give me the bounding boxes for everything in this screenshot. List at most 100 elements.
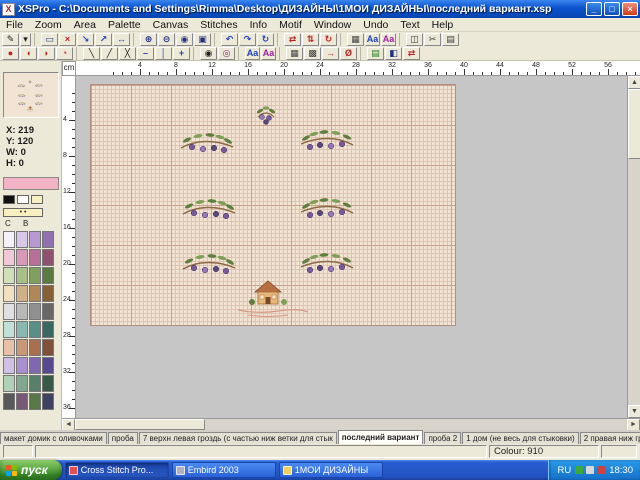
full-stitch-tool[interactable]: ●: [2, 47, 19, 60]
palette-swatch[interactable]: [16, 375, 28, 392]
palette-swatch[interactable]: [42, 249, 54, 266]
half-stitch-right[interactable]: ◗: [38, 47, 55, 60]
menu-window[interactable]: Window: [308, 18, 357, 32]
maximize-button[interactable]: □: [604, 2, 620, 16]
palette-swatch[interactable]: [29, 231, 41, 248]
cut-button[interactable]: ✂: [424, 33, 441, 46]
palette-swatch[interactable]: [16, 303, 28, 320]
copy-button[interactable]: ◫: [406, 33, 423, 46]
pencil-tool[interactable]: ✎: [2, 33, 19, 46]
undo-button[interactable]: ↶: [221, 33, 238, 46]
palette-swatch[interactable]: [16, 231, 28, 248]
palette-swatch[interactable]: [3, 231, 15, 248]
close-button[interactable]: ×: [622, 2, 638, 16]
backstitch-diag-up[interactable]: ╱: [101, 47, 118, 60]
palette-swatch[interactable]: [42, 267, 54, 284]
palette-swatch[interactable]: [16, 357, 28, 374]
french-knot-tool[interactable]: ◉: [200, 47, 217, 60]
vertical-scroll-thumb[interactable]: [628, 89, 640, 159]
horizontal-scroll-thumb[interactable]: [75, 419, 205, 430]
palette-swatch[interactable]: [29, 285, 41, 302]
motif-library[interactable]: ▦: [286, 47, 303, 60]
pan-tool[interactable]: ↔: [113, 33, 130, 46]
redo-button[interactable]: ↷: [239, 33, 256, 46]
palette-swatch[interactable]: [16, 393, 28, 410]
palette-editor[interactable]: ▤: [367, 47, 384, 60]
backstitch-horizontal[interactable]: –: [137, 47, 154, 60]
zoom-fit[interactable]: ▣: [194, 33, 211, 46]
palette-swatch[interactable]: [16, 321, 28, 338]
taskbar-task-1[interactable]: Embird 2003: [172, 462, 276, 478]
blend-swatch[interactable]: • •: [3, 208, 43, 217]
menu-motif[interactable]: Motif: [273, 18, 308, 32]
swap-colors[interactable]: ⇄: [403, 47, 420, 60]
scroll-down-icon[interactable]: ▼: [628, 405, 640, 418]
palette-swatch[interactable]: [3, 375, 15, 392]
flip-vertical[interactable]: ⇅: [302, 33, 319, 46]
menu-file[interactable]: File: [0, 18, 29, 32]
start-button[interactable]: пуск: [0, 460, 62, 480]
palette-swatch[interactable]: [42, 285, 54, 302]
taskbar-task-0[interactable]: Cross Stitch Pro...: [65, 462, 169, 478]
palette-swatch[interactable]: [16, 285, 28, 302]
palette-swatch[interactable]: [3, 267, 15, 284]
palette-swatch[interactable]: [3, 321, 15, 338]
thread-swatch-0[interactable]: [3, 195, 15, 204]
backstitch-vertical[interactable]: │: [155, 47, 172, 60]
half-stitch-left[interactable]: ◖: [20, 47, 37, 60]
no-stitch[interactable]: Ø: [340, 47, 357, 60]
tray-icon-0[interactable]: [575, 466, 583, 474]
backstitch-cross[interactable]: ╳: [119, 47, 136, 60]
color-picker[interactable]: ◧: [385, 47, 402, 60]
bead-tool[interactable]: ◎: [218, 47, 235, 60]
backstitch-diag-down[interactable]: ╲: [83, 47, 100, 60]
menu-undo[interactable]: Undo: [357, 18, 394, 32]
pattern-tab-5[interactable]: 1 дом (не весь для стыковки): [462, 432, 579, 444]
tray-icon-1[interactable]: [586, 466, 594, 474]
palette-swatch[interactable]: [42, 375, 54, 392]
pattern-tab-2[interactable]: 7 верхн левая гроздь (с частью ниж ветки…: [139, 432, 337, 444]
text-tool-large[interactable]: Aa: [261, 47, 276, 60]
palette-swatch[interactable]: [29, 249, 41, 266]
arrow-down-right[interactable]: ↘: [77, 33, 94, 46]
palette-swatch[interactable]: [16, 267, 28, 284]
menu-zoom[interactable]: Zoom: [29, 18, 68, 32]
menu-stitches[interactable]: Stitches: [194, 18, 243, 32]
current-color-swatch[interactable]: [3, 177, 59, 190]
rotate-motif[interactable]: ↻: [320, 33, 337, 46]
font-normal[interactable]: Aa: [365, 33, 380, 46]
flip-horizontal[interactable]: ⇄: [284, 33, 301, 46]
palette-swatch[interactable]: [29, 339, 41, 356]
zoom-in[interactable]: ⊕: [140, 33, 157, 46]
menu-palette[interactable]: Palette: [102, 18, 147, 32]
zoom-actual[interactable]: ◉: [176, 33, 193, 46]
thread-swatch-1[interactable]: [17, 195, 29, 204]
pattern-tab-0[interactable]: макет домик с оливочками: [0, 432, 107, 444]
pattern-tab-4[interactable]: проба 2: [424, 432, 461, 444]
palette-swatch[interactable]: [3, 339, 15, 356]
palette-swatch[interactable]: [29, 267, 41, 284]
thread-swatch-2[interactable]: [31, 195, 43, 204]
refresh-view[interactable]: ↻: [257, 33, 274, 46]
palette-swatch[interactable]: [3, 249, 15, 266]
palette-swatch[interactable]: [29, 393, 41, 410]
scroll-up-icon[interactable]: ▲: [628, 76, 640, 89]
draw-direction[interactable]: →: [322, 47, 339, 60]
clear-selection[interactable]: ×: [59, 33, 76, 46]
taskbar-task-2[interactable]: 1МОИ ДИЗАЙНЫ: [279, 462, 383, 478]
grid-toggle[interactable]: ▦: [347, 33, 364, 46]
motif-repeat[interactable]: ▩: [304, 47, 321, 60]
language-indicator[interactable]: RU: [557, 465, 571, 476]
palette-swatch[interactable]: [29, 375, 41, 392]
horizontal-scrollbar[interactable]: ◄ ►: [62, 418, 640, 430]
menu-info[interactable]: Info: [244, 18, 274, 32]
palette-swatch[interactable]: [42, 321, 54, 338]
pattern-tab-3[interactable]: последний вариант: [338, 430, 424, 444]
text-tool-small[interactable]: Aa: [245, 47, 260, 60]
palette-swatch[interactable]: [42, 231, 54, 248]
select-rect-tool[interactable]: ▭: [41, 33, 58, 46]
pencil-mode-dropdown[interactable]: ▾: [20, 33, 31, 46]
minimize-button[interactable]: _: [586, 2, 602, 16]
palette-swatch[interactable]: [42, 357, 54, 374]
palette-swatch[interactable]: [42, 393, 54, 410]
